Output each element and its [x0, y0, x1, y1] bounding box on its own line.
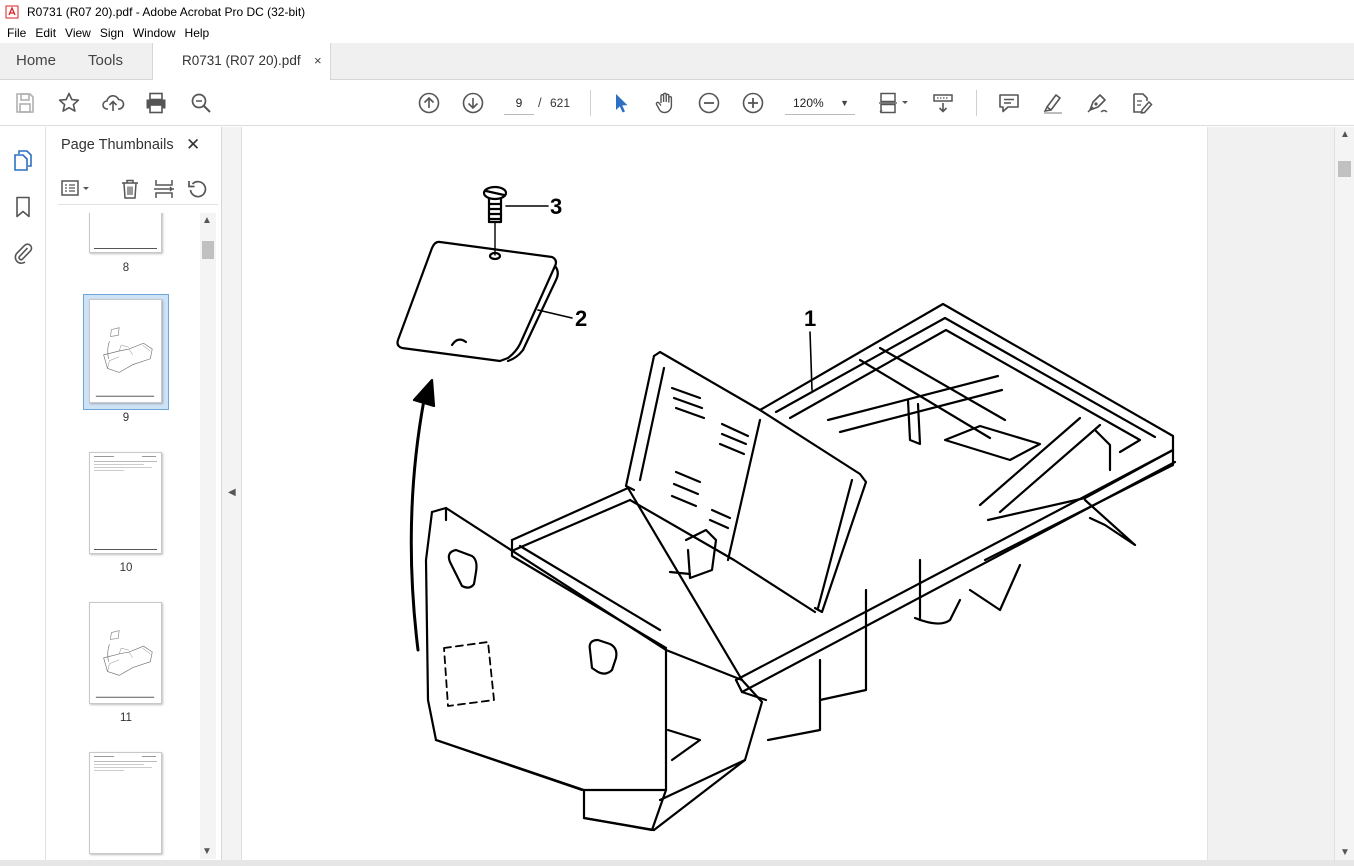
- document-page: 3 2 1: [242, 127, 1208, 860]
- document-scroll-thumb[interactable]: [1338, 161, 1351, 177]
- tab-document[interactable]: R0731 (R07 20).pdf ×: [152, 43, 331, 80]
- panel-collapse-strip[interactable]: ◀: [222, 127, 242, 860]
- chevron-down-icon[interactable]: ▼: [202, 846, 212, 857]
- menu-window[interactable]: Window: [129, 26, 180, 40]
- thumbnail-page-11[interactable]: [89, 602, 162, 704]
- callout-3: 3: [550, 194, 562, 219]
- chevron-up-icon[interactable]: ▲: [1340, 129, 1350, 140]
- thumbnail-scroll-thumb[interactable]: [202, 241, 214, 259]
- zoom-in-icon[interactable]: [740, 90, 766, 116]
- document-tab-label: R0731 (R07 20).pdf: [182, 53, 301, 68]
- total-pages: 621: [550, 96, 571, 110]
- print-icon[interactable]: [143, 90, 169, 116]
- collapse-left-icon[interactable]: ◀: [228, 487, 236, 498]
- highlighter-icon[interactable]: [1040, 90, 1066, 116]
- thumbnail-options-icon[interactable]: [60, 177, 94, 204]
- frame-part: 1: [424, 302, 1177, 832]
- callout-1: 1: [804, 306, 816, 331]
- menu-sign[interactable]: Sign: [96, 26, 128, 40]
- tab-tools[interactable]: Tools: [88, 43, 123, 79]
- zoom-level-select[interactable]: 120% ▼: [785, 91, 855, 115]
- bottom-status-strip: [0, 860, 1354, 866]
- title-bar: R0731 (R07 20).pdf - Adobe Acrobat Pro D…: [0, 0, 1354, 23]
- acrobat-icon: [5, 5, 19, 18]
- close-tab-button[interactable]: ×: [314, 43, 322, 79]
- star-icon[interactable]: [56, 90, 82, 116]
- page-fit-icon[interactable]: [876, 90, 912, 116]
- page-thumbnails-panel: Page Thumbnails ✕ 8 9 10 11 ▲ ▼: [46, 127, 222, 860]
- zoom-out-icon[interactable]: [696, 90, 722, 116]
- menu-view[interactable]: View: [61, 26, 95, 40]
- select-cursor-icon[interactable]: [608, 90, 634, 116]
- page-number-input[interactable]: 9: [504, 91, 534, 115]
- toolbar-divider: [590, 90, 591, 116]
- thumbnail-page-9[interactable]: [89, 299, 162, 403]
- menu-edit[interactable]: Edit: [31, 26, 60, 40]
- rotate-icon[interactable]: [186, 177, 210, 204]
- page-separator: /: [538, 95, 542, 110]
- draw-pen-icon[interactable]: [1084, 90, 1110, 116]
- upload-cloud-icon[interactable]: [100, 90, 126, 116]
- thumbnail-page-number: 8: [122, 262, 130, 274]
- bookmark-icon[interactable]: [10, 194, 36, 220]
- thumbnail-page-10[interactable]: [89, 452, 162, 554]
- insert-page-icon[interactable]: [152, 177, 176, 204]
- thumbnail-page-number: 9: [122, 412, 130, 424]
- chevron-down-icon[interactable]: ▼: [1340, 847, 1350, 858]
- menu-bar: File Edit View Sign Window Help: [0, 23, 1354, 43]
- tab-home[interactable]: Home: [16, 43, 56, 79]
- document-view[interactable]: 3 2 1: [242, 127, 1334, 860]
- parts-diagram: 3 2 1: [396, 185, 1177, 832]
- close-panel-button[interactable]: ✕: [186, 135, 200, 155]
- search-icon[interactable]: [188, 90, 214, 116]
- window-title: R0731 (R07 20).pdf - Adobe Acrobat Pro D…: [27, 4, 306, 19]
- cover-plate-part: 2: [396, 240, 587, 363]
- chevron-up-icon[interactable]: ▲: [202, 215, 212, 226]
- thumbnail-page-8[interactable]: [89, 213, 162, 253]
- left-rail: [0, 127, 46, 866]
- thumbnail-page-number: 11: [120, 712, 132, 724]
- hand-tool-icon[interactable]: [652, 90, 678, 116]
- previous-page-icon[interactable]: [416, 90, 442, 116]
- callout-2: 2: [575, 306, 587, 331]
- toolbar: 9 / 621 120% ▼: [0, 80, 1354, 126]
- thumbnail-tools: [58, 175, 218, 205]
- menu-help[interactable]: Help: [181, 26, 214, 40]
- screw-part: 3: [482, 185, 562, 256]
- attachment-icon[interactable]: [10, 240, 36, 266]
- thumbnail-drawing: [95, 327, 155, 397]
- save-icon[interactable]: [12, 90, 38, 116]
- menu-file[interactable]: File: [3, 26, 30, 40]
- thumbnails-panel-title: Page Thumbnails: [61, 137, 174, 153]
- thumbnail-page-number: 10: [119, 562, 133, 574]
- thumbnail-page-12[interactable]: [89, 752, 162, 854]
- thumbnail-list: 8 9 10 11: [46, 213, 202, 859]
- zoom-level-value: 120%: [793, 96, 824, 110]
- comment-icon[interactable]: [996, 90, 1022, 116]
- trash-icon[interactable]: [118, 177, 142, 204]
- next-page-icon[interactable]: [460, 90, 486, 116]
- chevron-down-icon: ▼: [840, 98, 849, 108]
- document-scrollbar[interactable]: ▲ ▼: [1334, 127, 1354, 860]
- thumbnail-scrollbar[interactable]: ▲ ▼: [200, 213, 216, 859]
- fill-sign-icon[interactable]: [1128, 90, 1154, 116]
- tab-bar: Home Tools R0731 (R07 20).pdf ×: [0, 43, 1354, 80]
- thumbnail-drawing: [95, 630, 155, 698]
- page-thumbnails-icon[interactable]: [10, 147, 36, 173]
- scroll-mode-icon[interactable]: [930, 90, 956, 116]
- toolbar-divider-2: [976, 90, 977, 116]
